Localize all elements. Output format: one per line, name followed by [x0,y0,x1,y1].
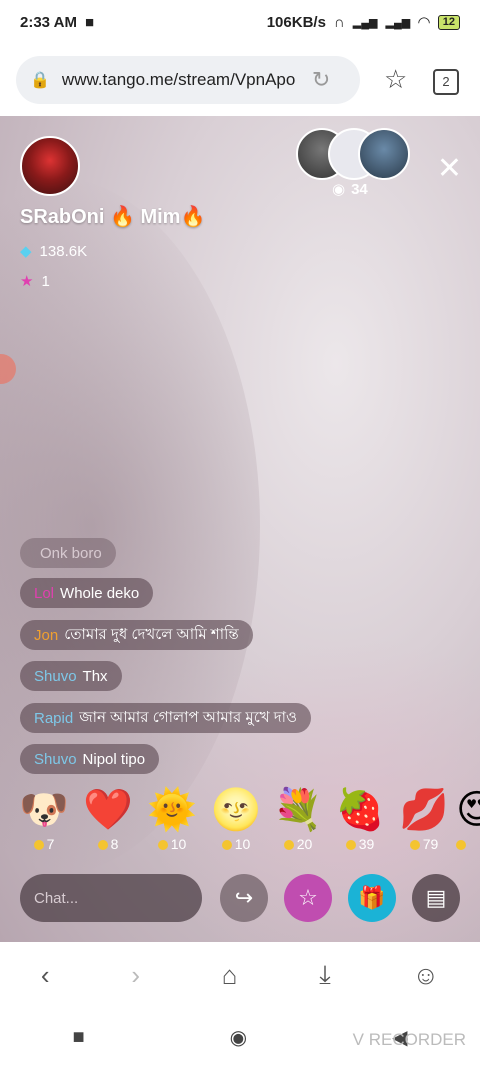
stars-stat: ★ 1 [20,272,50,291]
home-icon[interactable]: ⌂ [222,960,238,991]
star-icon: ☆ [298,885,318,910]
reload-icon[interactable]: ↻ [312,67,330,93]
chat-message: Shuvo Thx [20,661,122,691]
gift-heart[interactable]: ❤️ 8 [78,786,138,852]
network-speed: 106KB/s [266,13,326,31]
forward-icon[interactable]: › [131,960,140,991]
gift-moon[interactable]: 🌝 10 [206,786,266,852]
gift-strawberry[interactable]: 🍓 39 [330,786,390,852]
chat-text: তোমার দুধ দেখলে আমি শান্তি [64,625,239,643]
coin-icon [157,840,168,851]
chat-user: Jon [34,626,59,644]
lips-icon: 💋 [399,788,449,832]
gift-price: 7 [14,836,74,852]
coin-icon [409,840,420,851]
gift-puppy[interactable]: 🐶 7 [14,786,74,852]
messages-button[interactable]: ▤ [412,874,460,922]
viewer-count: ◉ 34 [332,180,368,199]
bookmark-star-icon[interactable]: ☆ [384,64,407,95]
lock-icon: 🔒 [30,72,50,89]
heart-icon: ❤️ [83,788,133,832]
live-stream-view: SRabOni 🔥 Mim🔥 ◆ 138.6K ★ 1 ◉ 34 ✕ Onk b… [0,116,480,942]
coin-icon [221,840,232,851]
chat-text: Thx [82,667,108,685]
battery-icon: 12 [437,14,460,30]
coin-icon [97,840,108,851]
chat-text: Nipol tipo [82,750,146,768]
gift-price: 20 [268,836,328,852]
address-bar[interactable]: 🔒 www.tango.me/stream/VpnApo ↻ [16,56,360,104]
chat-message: Rapid জান আমার গোলাপ আমার মুখে দাও [20,703,312,733]
chat-message: Jon তোমার দুধ দেখলে আমি শান্তি [20,620,253,650]
signal-icon-2: ▂▄▆ [385,16,411,29]
chat-message: Lol Whole deko [20,578,154,608]
chat-text: Whole deko [60,584,140,602]
gift-emoji-partial-icon: 😍 [456,788,480,832]
url-text[interactable]: www.tango.me/stream/VpnApo [62,70,312,90]
strawberry-icon: 🍓 [335,788,385,832]
stars-count: 1 [41,272,50,290]
host-name[interactable]: SRabOni 🔥 Mim🔥 [20,204,205,229]
share-button[interactable]: ↪ [220,874,268,922]
gift-flowers[interactable]: 💐 20 [268,786,328,852]
gift-price: 10 [206,836,266,852]
chat-user: Shuvo [34,750,77,768]
gift-lips[interactable]: 💋 79 [394,786,454,852]
chat-user: Rapid [34,709,74,727]
gift-price: 8 [78,836,138,852]
gift-sun[interactable]: 🌞 10 [142,786,202,852]
profile-icon[interactable]: ☺ [413,960,440,991]
message-icon: ▤ [425,885,447,910]
browser-bottom-bar: ‹ › ⌂ ⤓ ☺ [0,942,480,1008]
chat-message: Onk boro [20,538,116,568]
eye-icon: ◉ [332,181,346,198]
flowers-icon: 💐 [273,788,323,832]
video-camera-icon: ■ [84,13,95,31]
gift-price: 39 [330,836,390,852]
chat-text: জান আমার গোলাপ আমার মুখে দাও [79,708,298,726]
gift-button[interactable]: 🎁 [348,874,396,922]
status-time: 2:33 AM [20,13,77,31]
browser-toolbar: 🔒 www.tango.me/stream/VpnApo ↻ ☆ 2 [0,44,480,116]
chat-user: Lol [34,584,55,602]
back-icon[interactable]: ‹ [41,960,50,991]
wifi-icon: ◠ [418,14,430,31]
recorder-watermark: V RECORDER [352,1030,466,1049]
star-badge-icon: ★ [20,273,34,290]
coin-icon [456,840,466,851]
favorite-button[interactable]: ☆ [284,874,332,922]
gift-box-icon: 🎁 [358,885,386,910]
coin-icon [283,840,294,851]
status-bar: 2:33 AM ■ 106KB/s ∩ ▂▄▆ ▂▄▆ ◠ 12 [0,0,480,44]
headphones-icon: ∩ [333,13,345,31]
chat-message: Shuvo Nipol tipo [20,744,160,774]
chat-text: Onk boro [40,544,102,562]
recents-icon[interactable]: ■ [73,1026,85,1049]
gift-partial[interactable]: 😍 [456,786,480,852]
diamonds-count: 138.6K [39,242,88,260]
coin-icon [345,840,356,851]
home-button-icon[interactable]: ◉ [230,1025,247,1050]
moon-icon: 🌝 [211,788,261,832]
tabs-count-button[interactable]: 2 [433,69,459,95]
download-icon[interactable]: ⤓ [319,959,331,991]
close-icon[interactable]: ✕ [437,154,462,184]
share-icon: ↪ [234,885,254,910]
diamond-icon: ◆ [20,243,32,260]
signal-icon: ▂▄▆ [352,16,378,29]
chat-input[interactable]: Chat... [20,874,202,922]
sun-icon: 🌞 [147,788,197,832]
puppy-icon: 🐶 [19,788,69,832]
gift-price: 10 [142,836,202,852]
diamonds-stat: ◆ 138.6K [20,242,88,261]
viewer-avatar-3[interactable] [358,128,410,180]
chat-user: Shuvo [34,667,77,685]
host-avatar[interactable] [20,136,80,196]
gift-price: 79 [394,836,454,852]
coin-icon [33,840,44,851]
